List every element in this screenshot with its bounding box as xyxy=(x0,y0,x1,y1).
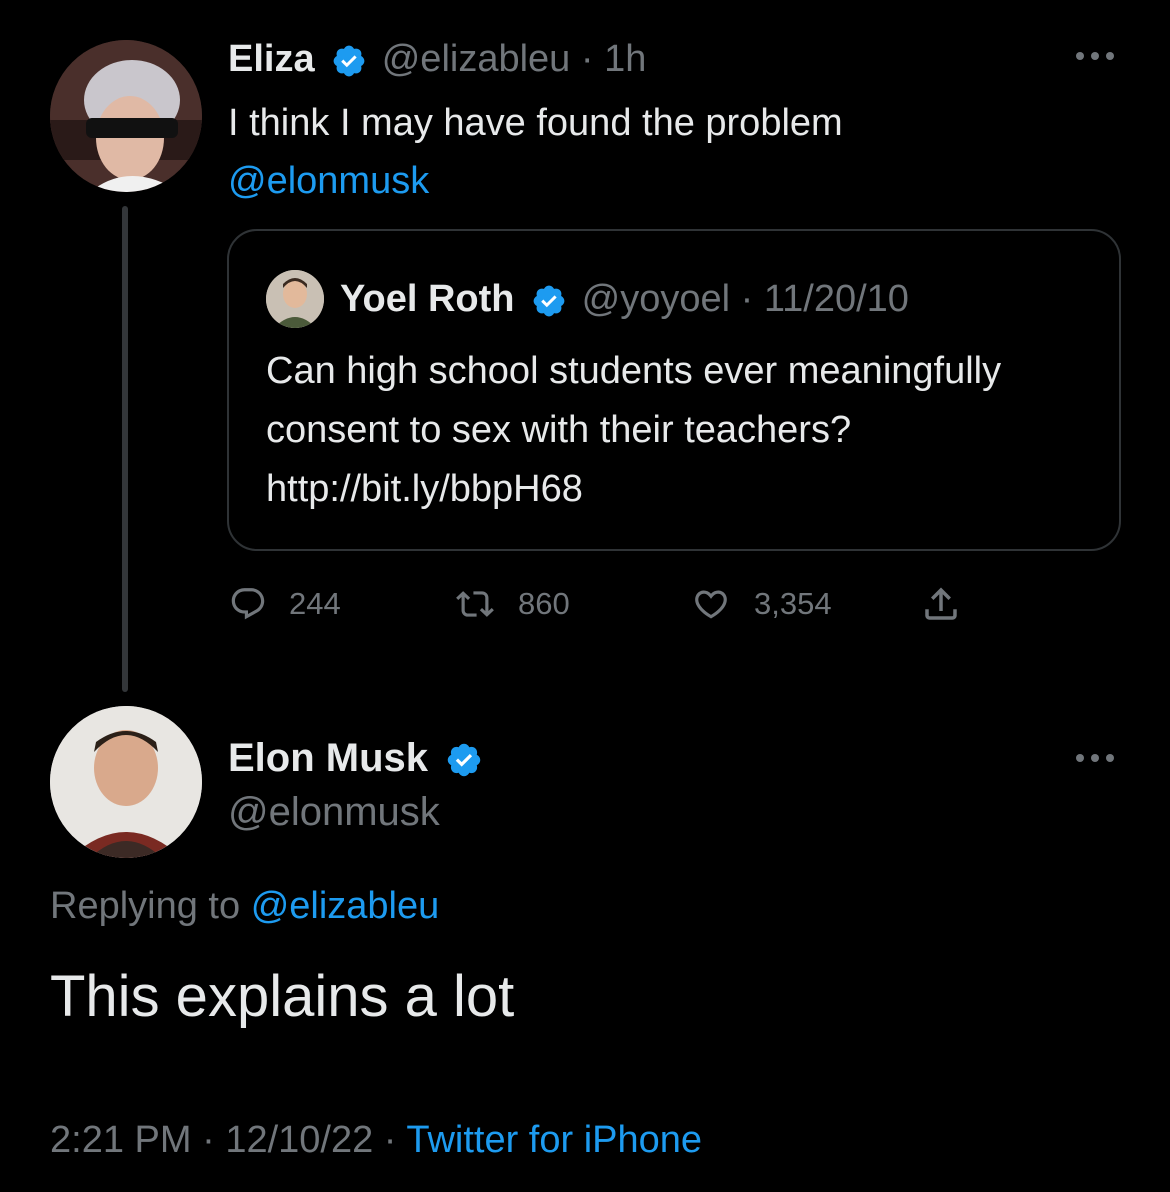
tweet-time[interactable]: 1h xyxy=(604,38,646,80)
separator-dot: · xyxy=(580,38,594,80)
separator-dot: · xyxy=(740,278,754,320)
reply-count: 244 xyxy=(289,586,341,621)
like-count: 3,354 xyxy=(754,586,832,621)
author-handle[interactable]: @elizableu xyxy=(382,38,571,80)
tweet2-name-row: Elon Musk xyxy=(228,734,483,782)
avatar-yoel[interactable] xyxy=(266,270,324,328)
author-name[interactable]: Eliza xyxy=(228,38,315,80)
share-button[interactable] xyxy=(920,582,984,626)
heart-icon xyxy=(695,590,727,619)
tweet-date[interactable]: 12/10/22 xyxy=(225,1119,373,1161)
avatar-elon[interactable] xyxy=(50,706,202,858)
mention-link[interactable]: @elonmusk xyxy=(228,152,1108,210)
reply-icon xyxy=(231,588,265,620)
separator-dot: · xyxy=(202,1119,215,1161)
retweet-icon xyxy=(456,591,494,617)
tweet1-header: Eliza @elizableu · 1h xyxy=(228,36,646,82)
thread-line xyxy=(122,206,128,692)
avatar-eliza[interactable] xyxy=(50,40,202,192)
replying-to-handle[interactable]: @elizableu xyxy=(251,885,440,927)
author-handle[interactable]: @elonmusk xyxy=(228,788,440,836)
tweet-timestamp-row: 2:21 PM · 12/10/22 · Twitter for iPhone xyxy=(50,1116,702,1164)
user-avatar-elon-icon xyxy=(50,706,202,858)
more-options-icon[interactable] xyxy=(1072,44,1118,68)
user-avatar-eliza-icon xyxy=(50,40,202,192)
verified-badge-icon xyxy=(333,45,365,77)
user-avatar-yoel-icon xyxy=(266,270,324,328)
tweet1-text: I think I may have found the problem @el… xyxy=(228,94,1108,210)
quote-header: Yoel Roth @yoyoel · 11/20/10 xyxy=(340,276,909,322)
quote-text: Can high school students ever meaningful… xyxy=(266,350,1002,510)
tweet-source-link[interactable]: Twitter for iPhone xyxy=(406,1119,702,1161)
quote-author-handle: @yoyoel xyxy=(581,278,731,320)
author-name[interactable]: Elon Musk xyxy=(228,736,428,780)
share-icon xyxy=(925,587,957,620)
tweet-time[interactable]: 2:21 PM xyxy=(50,1119,192,1161)
replying-to-label: Replying to xyxy=(50,885,241,927)
retweet-button[interactable]: 860 xyxy=(454,582,570,626)
like-button[interactable]: 3,354 xyxy=(690,582,832,626)
quote-author-name: Yoel Roth xyxy=(340,278,515,320)
tweet-body: I think I may have found the problem xyxy=(228,102,843,144)
more-options-icon[interactable] xyxy=(1072,746,1118,770)
retweet-count: 860 xyxy=(518,586,570,621)
verified-badge-icon xyxy=(447,744,481,777)
verified-badge-icon xyxy=(533,285,565,317)
reply-button[interactable]: 244 xyxy=(229,582,341,626)
replying-to-line: Replying to @elizableu xyxy=(50,882,439,930)
tweet2-text: This explains a lot xyxy=(50,964,515,1029)
quote-date: 11/20/10 xyxy=(763,278,909,320)
separator-dot: · xyxy=(383,1119,397,1161)
